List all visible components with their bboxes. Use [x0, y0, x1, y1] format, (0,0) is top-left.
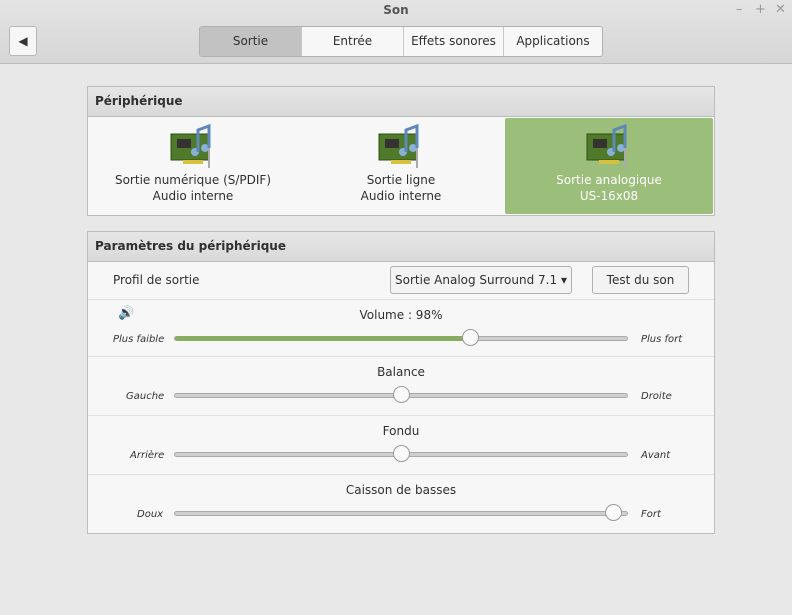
- device-sub: Audio interne: [360, 189, 442, 203]
- sound-card-icon: [586, 124, 627, 168]
- sound-card-icon: [170, 124, 211, 168]
- minimize-button[interactable]: –: [736, 2, 743, 17]
- arrow-left-icon: ◀: [18, 34, 28, 48]
- profile-dropdown[interactable]: Sortie Analog Surround 7.1 ▾: [390, 266, 572, 294]
- profile-value: Sortie Analog Surround 7.1: [395, 273, 558, 287]
- fade-slider[interactable]: [174, 445, 628, 462]
- profile-label: Profil de sortie: [113, 273, 200, 287]
- balance-max-label: Droite: [641, 391, 672, 402]
- device-analog[interactable]: Sortie analogique US-16x08: [505, 118, 713, 214]
- fade-knob[interactable]: [393, 445, 410, 462]
- window-title: Son: [383, 3, 409, 17]
- settings-panel: Paramètres du périphérique Profil de sor…: [87, 231, 715, 534]
- tab-entree[interactable]: Entrée: [301, 27, 403, 56]
- device-name: Sortie numérique (S/PDIF): [114, 173, 272, 187]
- device-spdif[interactable]: Sortie numérique (S/PDIF) Audio interne: [89, 118, 297, 214]
- settings-panel-title: Paramètres du périphérique: [88, 232, 714, 262]
- chevron-down-icon: ▾: [560, 273, 567, 287]
- device-sub: Audio interne: [152, 189, 234, 203]
- subwoofer-min-label: Doux: [137, 509, 164, 520]
- subwoofer-knob[interactable]: [605, 504, 623, 521]
- device-panel-title: Périphérique: [88, 87, 714, 117]
- balance-label: Balance: [377, 365, 425, 379]
- balance-slider[interactable]: [174, 386, 628, 403]
- device-line[interactable]: Sortie ligne Audio interne: [297, 118, 505, 214]
- volume-fill: [175, 336, 471, 341]
- subwoofer-max-label: Fort: [641, 509, 661, 520]
- balance-knob[interactable]: [393, 386, 410, 403]
- test-sound-button[interactable]: Test du son: [592, 266, 689, 294]
- volume-label: Volume : 98%: [359, 308, 443, 322]
- balance-min-label: Gauche: [126, 391, 165, 402]
- fade-min-label: Arrière: [130, 450, 165, 461]
- device-panel: Périphérique Sortie numérique (S/PDIF) A…: [87, 86, 715, 216]
- subwoofer-slider[interactable]: [174, 504, 628, 521]
- subwoofer-label: Caisson de basses: [345, 483, 457, 497]
- device-name: Sortie ligne: [366, 173, 436, 187]
- back-button[interactable]: ◀: [9, 26, 37, 56]
- device-name: Sortie analogique: [556, 173, 662, 187]
- maximize-button[interactable]: +: [755, 2, 766, 17]
- tab-bar: Sortie Entrée Effets sonores Application…: [199, 26, 603, 57]
- fade-label: Fondu: [382, 424, 420, 438]
- tab-effets-sonores[interactable]: Effets sonores: [403, 27, 503, 56]
- device-sub: US-16x08: [579, 189, 639, 203]
- volume-slider[interactable]: [174, 329, 628, 346]
- tab-applications[interactable]: Applications: [503, 27, 602, 56]
- fade-max-label: Avant: [641, 450, 671, 461]
- tab-sortie[interactable]: Sortie: [200, 27, 301, 56]
- volume-max-label: Plus fort: [641, 334, 683, 345]
- sound-card-icon: [378, 124, 419, 168]
- volume-knob[interactable]: [462, 329, 480, 346]
- close-button[interactable]: ✕: [775, 2, 786, 17]
- title-bar: Son – + ✕ ◀ Sortie Entrée Effets sonores…: [0, 0, 792, 64]
- volume-min-label: Plus faible: [113, 334, 165, 345]
